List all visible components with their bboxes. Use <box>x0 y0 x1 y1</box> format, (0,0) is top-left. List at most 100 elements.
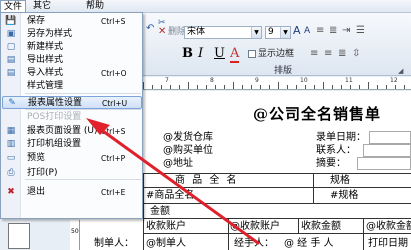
ruler-number: 10 <box>300 77 308 84</box>
menu-item-label: POS打印设置 <box>27 112 82 122</box>
menu-item[interactable]: ▢ 新建样式 <box>2 41 142 54</box>
menu-item-shortcut: Ctrl+P <box>101 154 126 163</box>
ruler-tick <box>368 82 369 89</box>
file-menu: 💾 保存 Ctrl+S ▣ 另存为样式 ▢ 新建样式 ▤ 导出样式 ▤ 导入样式 Ctrl+O 样式管理… <box>0 12 143 219</box>
menu-item-shortcut: Ctrl+S <box>101 127 126 136</box>
spec-value[interactable]: #规格 <box>330 189 358 202</box>
receive-amount-label[interactable]: 收款金额 <box>301 220 341 233</box>
undo-icon[interactable]: ↶ <box>146 23 154 35</box>
bold-button[interactable]: B <box>182 47 193 61</box>
vertical-ruler: 50 <box>70 220 80 250</box>
left-panel <box>0 220 80 250</box>
entry-date-label[interactable]: 录单日期： <box>316 131 366 144</box>
report-properties-icon: ✎ <box>8 98 16 108</box>
ruler-tick <box>305 85 306 89</box>
menu-item-label: 预览 <box>27 153 46 163</box>
spacing-icon[interactable]: ⇳ <box>352 48 360 60</box>
account-label[interactable]: 收款账户 <box>146 220 186 233</box>
ruler-tick <box>206 85 207 89</box>
ruler-number: 7 <box>165 77 169 84</box>
layout-group-label: 排版 <box>274 66 293 76</box>
print-time-label[interactable]: 打印日期 <box>368 237 408 250</box>
delete-icon[interactable]: ✕ <box>158 26 166 38</box>
account-value[interactable]: @收款账户 <box>230 220 280 233</box>
ruler-tick <box>386 85 387 89</box>
ruler-tick <box>377 85 378 89</box>
contact-box[interactable] <box>363 144 411 157</box>
menu-item[interactable]: 💾 保存 Ctrl+S <box>2 15 142 28</box>
handler-label[interactable]: 经手人： <box>234 237 274 250</box>
spec-header[interactable]: 规格 <box>330 174 350 187</box>
maker-label[interactable]: 制单人： <box>94 237 134 250</box>
ruler-tick <box>404 85 405 89</box>
amount-label[interactable]: 金额 <box>150 205 170 218</box>
indent-icon[interactable]: ⇥ <box>342 25 350 37</box>
menu-item[interactable]: ▣ 另存为样式 <box>2 28 142 41</box>
handler-value[interactable]: @ 经 手 人 <box>284 237 334 250</box>
table-line <box>143 187 411 188</box>
table-line <box>143 203 411 204</box>
report-title[interactable]: @公司全名销售单 <box>253 103 381 124</box>
page-setup-icon: ▦ <box>6 126 16 136</box>
menu-item[interactable]: ✎ 报表属性设置 Ctrl+U <box>2 96 142 109</box>
ruler-tick <box>170 85 171 89</box>
show-border-checkbox[interactable] <box>248 50 256 58</box>
address-field[interactable]: @地址 <box>163 157 193 170</box>
ruler-tick <box>278 82 279 89</box>
print-icon: ⎙ <box>7 168 15 178</box>
buyer-field[interactable]: @购买单位 <box>163 144 213 157</box>
menu-item[interactable]: ▥ 打印机组设置 <box>2 138 142 151</box>
grow-font-icon[interactable]: A <box>293 25 301 37</box>
align-right-icon[interactable]: ≡ <box>324 48 332 60</box>
justify-icon[interactable]: ≣ <box>338 48 346 60</box>
menu-item-label: 退出 <box>27 187 46 197</box>
ruler-number: 9 <box>255 77 259 84</box>
menu-item-label: 导出样式 <box>27 55 64 65</box>
menu-item[interactable]: ▤ 导出样式 <box>2 54 142 67</box>
font-size-value: 9 <box>268 27 274 37</box>
menu-item[interactable]: ✖ 退出 Ctrl+E <box>2 186 142 199</box>
receive-amount-value[interactable]: @收款金额 <box>366 220 411 233</box>
italic-button[interactable]: I <box>198 47 203 61</box>
exit-icon: ✖ <box>7 187 15 197</box>
list-icon[interactable]: ☰ <box>356 25 365 37</box>
chevron-down-icon: ▼ <box>280 27 290 38</box>
new-style-icon: ▢ <box>6 42 16 52</box>
entry-date-box[interactable] <box>369 131 411 144</box>
align-center-icon[interactable]: ≣ <box>329 25 337 37</box>
ruler-tick <box>188 82 189 89</box>
save-as-icon: ▣ <box>6 29 16 39</box>
menu-item[interactable]: ▤ 导入样式 Ctrl+O <box>2 67 142 80</box>
ruler-tick <box>161 85 162 89</box>
show-border-label: 显示边框 <box>258 49 295 59</box>
preview-icon: ▭ <box>6 153 16 163</box>
ruler-tick <box>260 85 261 89</box>
ruler-tick <box>287 85 288 89</box>
maker-value[interactable]: @制单人 <box>146 237 186 250</box>
font-name-select[interactable]: 宋体 ▼ <box>184 26 262 39</box>
underline-button[interactable]: U <box>214 47 225 61</box>
align-left-icon[interactable]: ≡ <box>310 48 318 60</box>
ruler-tick <box>314 85 315 89</box>
font-color-button[interactable]: A <box>230 47 240 63</box>
expand-group-icon[interactable]: ◢ <box>398 65 403 77</box>
product-name-value[interactable]: #商品全名 <box>146 189 194 202</box>
warehouse-field[interactable]: @发货仓库 <box>163 131 213 144</box>
ruler-tick <box>224 85 225 89</box>
align-icon[interactable]: ≡ <box>316 25 324 37</box>
product-name-header[interactable]: 商 品 全 名 <box>175 174 239 187</box>
menu-item[interactable]: ▭ 预览 Ctrl+P <box>2 152 142 165</box>
ruler-tick <box>359 85 360 89</box>
font-size-select[interactable]: 9 ▼ <box>265 26 291 39</box>
menu-item[interactable]: ▦ 报表页面设置 (U) Ctrl+S <box>2 125 142 138</box>
menu-item-label: 保存 <box>27 16 46 26</box>
contact-label[interactable]: 联系人： <box>316 144 356 157</box>
menu-item-label: 报表页面设置 (U) <box>27 126 98 136</box>
menu-item-shortcut: Ctrl+O <box>101 69 127 78</box>
summary-label[interactable]: 摘要： <box>316 157 346 170</box>
export-style-icon: ▤ <box>6 55 16 65</box>
menu-item[interactable]: POS打印设置 <box>2 111 142 124</box>
summary-box[interactable] <box>357 157 411 170</box>
shrink-font-icon[interactable]: A <box>304 25 310 37</box>
menu-item[interactable]: 样式管理 <box>2 80 142 93</box>
